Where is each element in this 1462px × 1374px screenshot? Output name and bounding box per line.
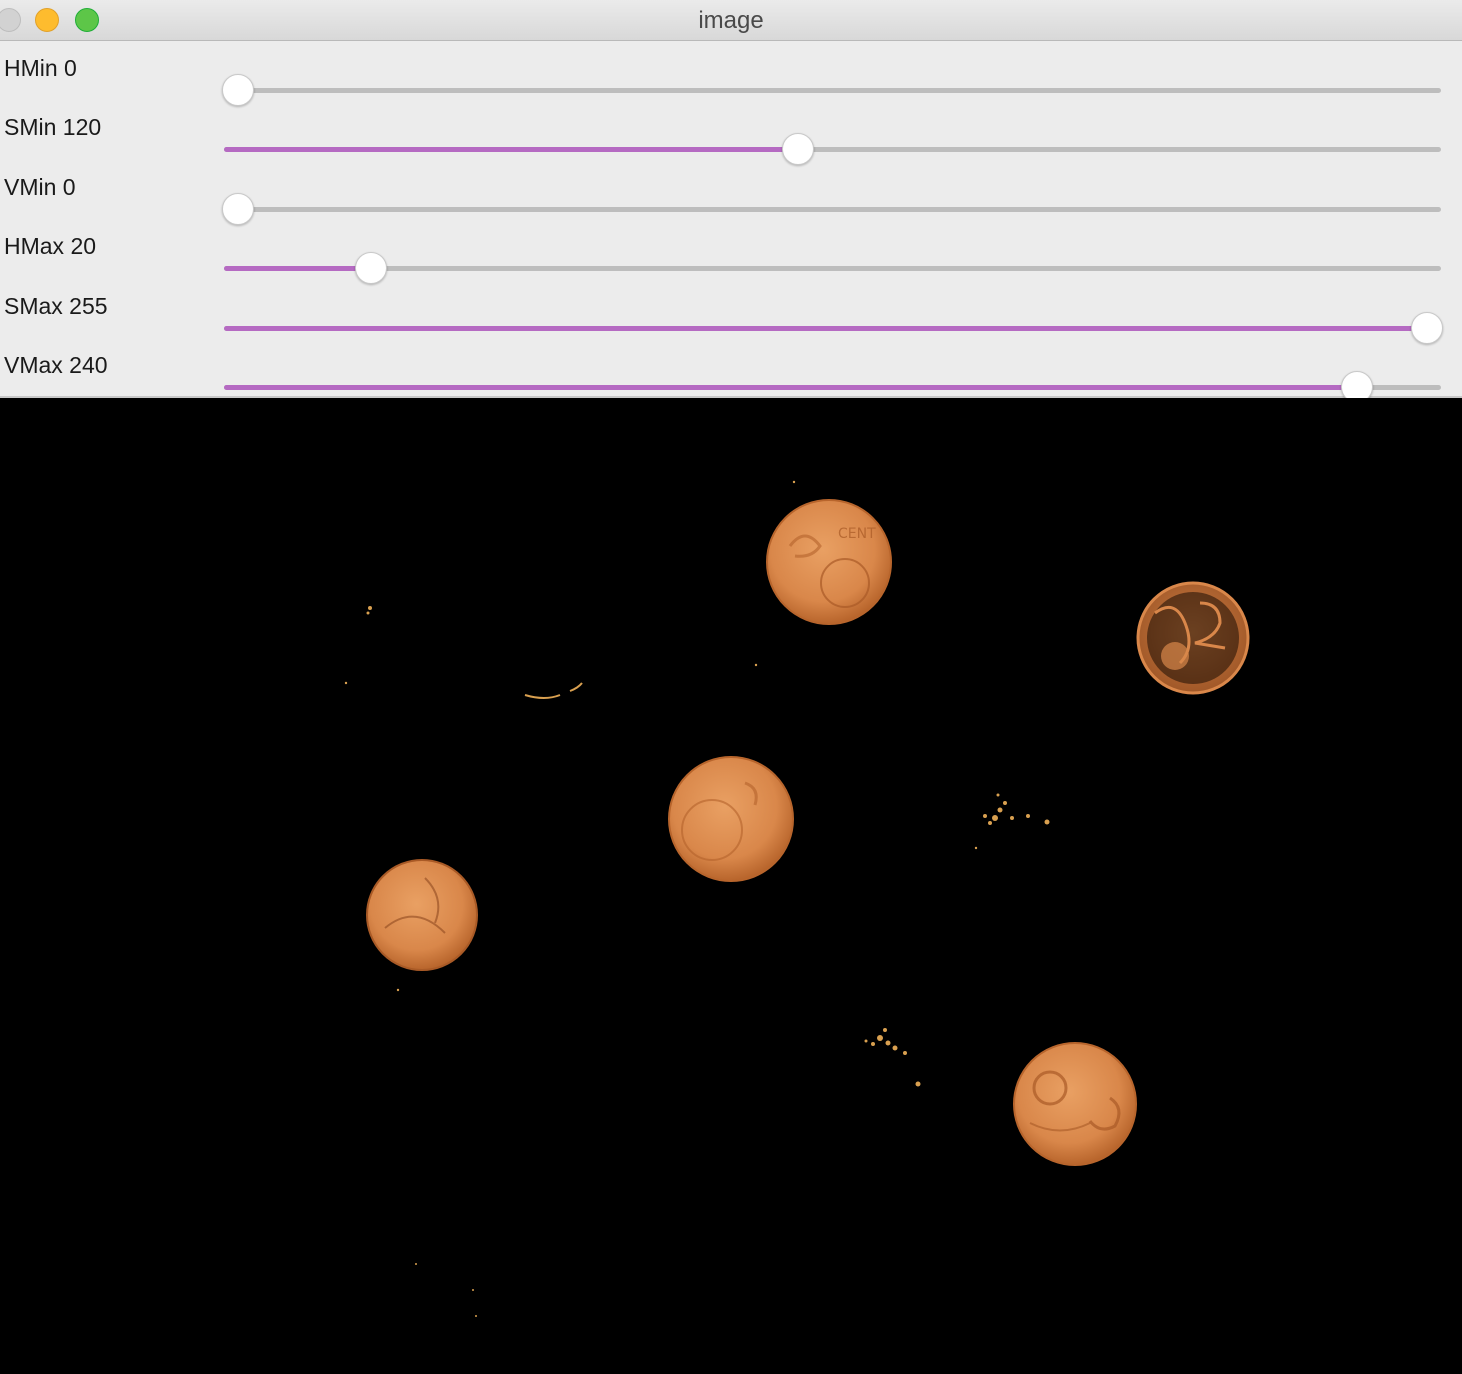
slider-track[interactable] bbox=[224, 371, 1441, 403]
slider-track[interactable] bbox=[224, 312, 1443, 344]
coin: CENT bbox=[766, 499, 892, 625]
slider-fill bbox=[224, 147, 798, 152]
slider-fill bbox=[224, 326, 1427, 331]
trackbar-label: HMax 20 bbox=[4, 233, 97, 259]
coin bbox=[1013, 1042, 1137, 1166]
trackbar-label: VMax 240 bbox=[4, 352, 108, 378]
trackbar-smax: SMax 255 bbox=[0, 293, 1462, 353]
title-bar: image bbox=[0, 0, 1462, 41]
slider-thumb[interactable] bbox=[1411, 312, 1443, 344]
app-window: image HMin 0 SMin 120 VMin 0 HMax 20 SMa… bbox=[0, 0, 1462, 1374]
slider-track[interactable] bbox=[222, 193, 1441, 225]
slider-thumb[interactable] bbox=[354, 252, 387, 284]
slider-thumb[interactable] bbox=[222, 193, 254, 225]
coin bbox=[668, 756, 794, 882]
image-canvas: CENT bbox=[344, 480, 1250, 1317]
slider-fill bbox=[224, 266, 371, 271]
trackbar-label: HMin 0 bbox=[4, 55, 77, 81]
svg-text:CENT: CENT bbox=[838, 526, 876, 542]
trackbar-label: SMin 120 bbox=[4, 114, 102, 140]
trackbar-hmin: HMin 0 bbox=[0, 55, 1462, 115]
masked-image: CENT bbox=[0, 398, 1462, 1374]
slider-track[interactable] bbox=[224, 252, 1441, 284]
coin bbox=[1136, 581, 1250, 695]
trackbar-panel: HMin 0 SMin 120 VMin 0 HMax 20 SMax 255 … bbox=[0, 41, 1462, 403]
slider-track[interactable] bbox=[222, 74, 1441, 106]
trackbar-smin: SMin 120 bbox=[0, 114, 1462, 174]
trackbar-hmax: HMax 20 bbox=[0, 233, 1462, 293]
coin bbox=[366, 859, 478, 971]
window-title: image bbox=[698, 7, 764, 34]
trackbar-vmin: VMin 0 bbox=[0, 174, 1462, 234]
slider-thumb[interactable] bbox=[222, 74, 254, 106]
slider-fill bbox=[224, 385, 1358, 390]
slider-thumb[interactable] bbox=[781, 133, 814, 165]
trackbar-label: VMin 0 bbox=[4, 174, 76, 200]
slider-track[interactable] bbox=[224, 133, 1441, 165]
trackbar-label: SMax 255 bbox=[4, 293, 108, 319]
